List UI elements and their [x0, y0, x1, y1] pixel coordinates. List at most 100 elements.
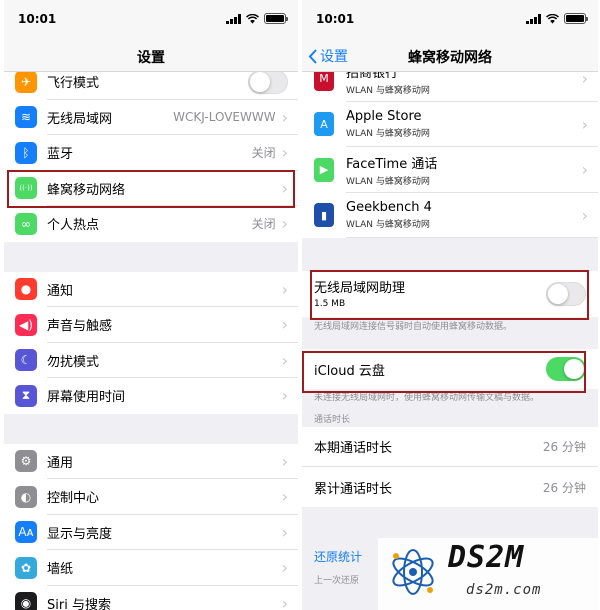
call-time-list: 本期通话时长 26 分钟 累计通话时长 26 分钟 [302, 427, 598, 507]
display-icon: Aᴀ [15, 521, 37, 544]
chevron-right-icon[interactable]: › [582, 115, 588, 134]
settings-row-hourglass[interactable]: ⧗ 屏幕使用时间 › [4, 378, 298, 414]
geekbench-icon: ▮ [314, 203, 334, 228]
settings-list[interactable]: ✈ 飞行模式 ≋ 无线局域网 WCKJ-LOVEWWW › ᛒ 蓝牙 关闭 › ((·)) 蜂窝移动网… [4, 72, 298, 610]
wifi-icon: ≋ [15, 106, 37, 129]
watermark-title: DS2M [448, 540, 525, 575]
settings-row-label: 通知 [47, 283, 74, 299]
settings-row-wallpaper[interactable]: ✿ 墙纸 › [4, 550, 298, 586]
call-time-value: 26 分钟 [542, 480, 586, 495]
reset-stats-link[interactable]: 还原统计 [302, 548, 362, 565]
hourglass-icon: ⧗ [15, 384, 37, 407]
bluetooth-icon: ᛒ [15, 141, 37, 164]
airplane-icon: ✈ [15, 72, 37, 93]
app-text: 招商银行 WLAN 与蜂窝移动网 [346, 72, 582, 96]
app-name: 招商银行 [346, 72, 399, 81]
settings-row-wifi[interactable]: ≋ 无线局域网 WCKJ-LOVEWWW › [4, 100, 298, 136]
toggle-knob [250, 72, 270, 92]
settings-row-display[interactable]: Aᴀ 显示与亮度 › [4, 515, 298, 551]
settings-row-hotspot[interactable]: ∞ 个人热点 关闭 › [4, 206, 298, 242]
chevron-right-icon[interactable]: › [582, 206, 588, 225]
icloud-footer: 未连接无线局域网时，使用蜂窝移动网传输文稿与数据。 [302, 389, 598, 407]
sounds-icon: ◀) [15, 313, 37, 336]
call-time-label: 本期通话时长 [314, 441, 393, 456]
app-row: M 招商银行 WLAN 与蜂窝移动网 › [302, 72, 598, 102]
notifications-icon: ● [15, 278, 37, 301]
settings-row-cellular[interactable]: ((·)) 蜂窝移动网络 › [4, 171, 298, 207]
chevron-right-icon: › [281, 386, 288, 406]
wifi-assist-toggle[interactable] [546, 282, 586, 306]
airplane-toggle[interactable] [248, 72, 288, 94]
call-time-header: 通话时长 [314, 415, 351, 425]
status-bar: 10:01 [4, 0, 298, 40]
settings-row-label: 声音与触感 [47, 319, 113, 335]
app-name: Apple Store [346, 109, 422, 125]
status-time: 10:01 [18, 12, 57, 26]
nav-bar: 设置 蜂窝移动网络 [302, 40, 598, 72]
settings-row-label: 控制中心 [47, 491, 100, 507]
cellular-list[interactable]: M 招商银行 WLAN 与蜂窝移动网 › A Apple Store WLAN 与蜂窝移动网… [302, 72, 598, 610]
settings-row-value: 关闭 [251, 217, 276, 232]
gear-icon: ⚙ [15, 450, 37, 473]
wifi-status-icon [246, 13, 259, 24]
ds2m-logo-icon [392, 549, 434, 595]
chevron-right-icon: › [281, 214, 288, 234]
chevron-right-icon: › [281, 558, 288, 578]
chevron-right-icon[interactable]: › [582, 72, 588, 88]
settings-row-label: 屏幕使用时间 [47, 390, 126, 406]
settings-row-label: 飞行模式 [47, 76, 100, 92]
hotspot-icon: ∞ [15, 212, 37, 235]
battery-icon [564, 13, 588, 24]
settings-row-siri[interactable]: ◉ Siri 与搜索 › [4, 586, 298, 610]
icloud-row[interactable]: iCloud 云盘 [302, 349, 598, 389]
control-center-icon: ◐ [15, 485, 37, 508]
settings-group: ✈ 飞行模式 ≋ 无线局域网 WCKJ-LOVEWWW › ᛒ 蓝牙 关闭 › ((·)) 蜂窝移动网… [4, 72, 298, 242]
cellular-screen: 10:01 设置 蜂窝移动网络 M 招商银行 WLAN 与蜂窝移动网 › A Apple … [302, 0, 598, 610]
app-name: FaceTime 通话 [346, 156, 438, 172]
settings-row-label: 墙纸 [47, 562, 74, 578]
app-network-mode: WLAN 与蜂窝移动网 [346, 176, 430, 187]
settings-row-label: 蜂窝移动网络 [47, 182, 126, 198]
settings-group: ● 通知 › ◀) 声音与触感 › ☾ 勿扰模式 › ⧗ 屏幕使用时间 › [4, 271, 298, 414]
app-row: ▶ FaceTime 通话 WLAN 与蜂窝移动网 › [302, 147, 598, 193]
settings-row-gear[interactable]: ⚙ 通用 › [4, 444, 298, 480]
cellular-icon: ((·)) [15, 177, 37, 200]
watermark-url: ds2m.com [466, 582, 542, 598]
settings-row-notifications[interactable]: ● 通知 › [4, 272, 298, 308]
settings-row-sounds[interactable]: ◀) 声音与触感 › [4, 307, 298, 343]
settings-row-value: WCKJ-LOVEWWW [173, 110, 276, 125]
settings-screen: 10:01 设置 ✈ 飞行模式 ≋ 无线局域网 WCKJ-LOVEWWW › ᛒ 蓝牙 关闭 ›(… [4, 0, 298, 610]
nav-bar: 设置 [4, 40, 298, 72]
chevron-right-icon: › [281, 279, 288, 299]
status-bar: 10:01 [302, 0, 598, 40]
icloud-toggle[interactable] [546, 357, 586, 381]
siri-icon: ◉ [15, 592, 37, 610]
chevron-right-icon: › [281, 178, 288, 198]
watermark: DS2M ds2m.com [378, 538, 600, 610]
app-row: ▮ Geekbench 4 WLAN 与蜂窝移动网 › [302, 192, 598, 238]
settings-row-airplane[interactable]: ✈ 飞行模式 [4, 72, 298, 100]
settings-row-bluetooth[interactable]: ᛒ 蓝牙 关闭 › [4, 135, 298, 171]
chevron-right-icon: › [281, 451, 288, 471]
chevron-right-icon[interactable]: › [582, 160, 588, 179]
wifi-assist-size: 1.5 MB [314, 299, 346, 309]
app-name: Geekbench 4 [346, 200, 432, 216]
toggle-knob [564, 359, 584, 379]
chevron-right-icon: › [281, 487, 288, 507]
settings-row-control-center[interactable]: ◐ 控制中心 › [4, 479, 298, 515]
chevron-right-icon: › [281, 107, 288, 127]
facetime-icon: ▶ [314, 157, 334, 182]
app-network-mode: WLAN 与蜂窝移动网 [346, 129, 430, 140]
app-usage-list: M 招商银行 WLAN 与蜂窝移动网 › A Apple Store WLAN 与蜂窝移动网… [302, 72, 598, 238]
wifi-status-icon [546, 13, 559, 24]
chevron-right-icon: › [281, 593, 288, 610]
wifi-assist-row[interactable]: 无线局域网助理 1.5 MB [302, 271, 598, 317]
app-text: Geekbench 4 WLAN 与蜂窝移动网 [346, 200, 582, 230]
app-store-icon: A [314, 112, 334, 137]
cmb-bank-icon: M [314, 72, 334, 91]
battery-icon [264, 13, 288, 24]
moon-icon: ☾ [15, 349, 37, 372]
settings-row-moon[interactable]: ☾ 勿扰模式 › [4, 343, 298, 379]
